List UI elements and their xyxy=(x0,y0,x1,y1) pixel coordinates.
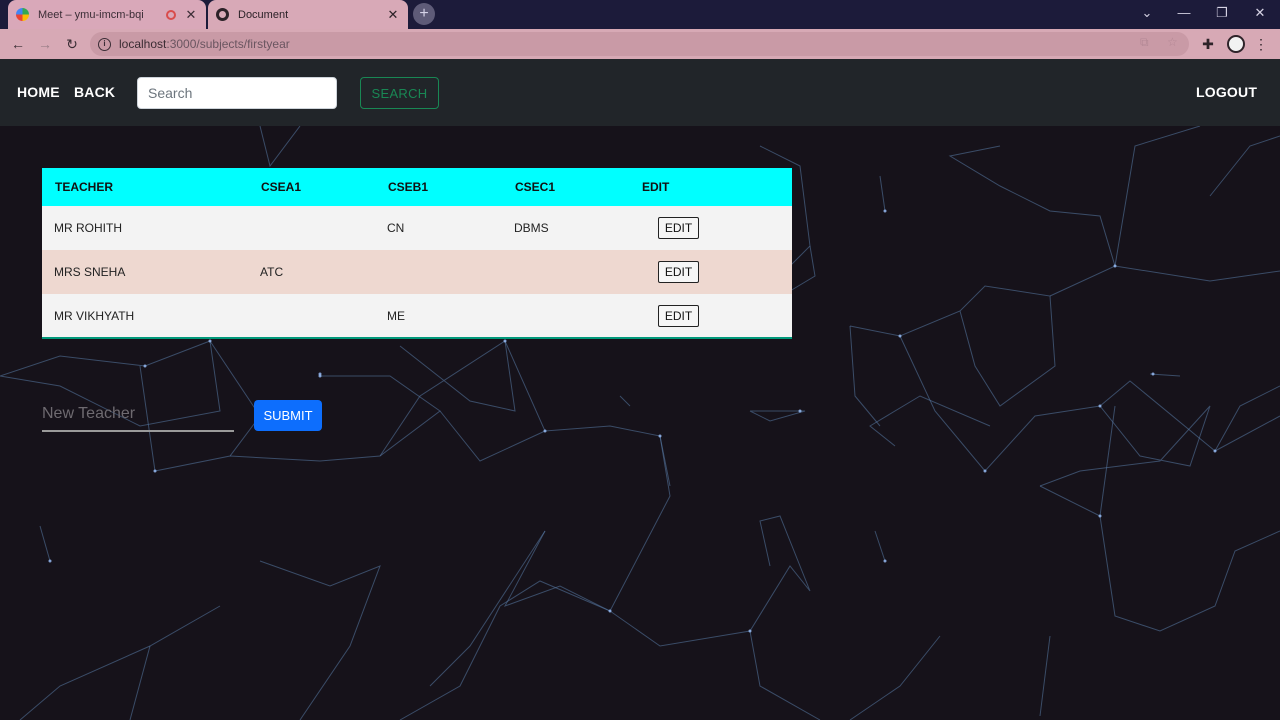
tab-title: Meet – ymu-imcm-bqi xyxy=(38,8,144,21)
table-row: MRS SNEHA ATC EDIT xyxy=(42,250,792,294)
reload-icon[interactable]: ↻ xyxy=(63,35,81,53)
column-header-csec1: CSEC1 xyxy=(502,168,629,206)
csec1-cell: DBMS xyxy=(514,221,549,235)
csea1-cell xyxy=(248,294,375,338)
tab-search-chevron-icon[interactable]: ⌄ xyxy=(1135,4,1159,22)
edit-cell: EDIT xyxy=(629,250,792,294)
cseb1-cell xyxy=(375,250,502,294)
bookmark-star-icon[interactable]: ☆ xyxy=(1167,35,1178,49)
app-navbar: HOME BACK SEARCH LOGOUT xyxy=(0,59,1280,126)
tab-document[interactable]: Document ✕ xyxy=(208,0,408,29)
column-header-edit: EDIT xyxy=(629,168,792,206)
url-text: localhost:3000/subjects/firstyear xyxy=(119,37,290,51)
forward-arrow-icon[interactable]: → xyxy=(36,35,54,53)
close-window-button[interactable]: ✕ xyxy=(1248,4,1272,22)
search-button[interactable]: SEARCH xyxy=(360,77,439,109)
tab-title: Document xyxy=(238,8,289,21)
profile-avatar[interactable] xyxy=(1227,35,1245,53)
url-host: localhost xyxy=(119,37,167,51)
table-header-row: TEACHER CSEA1 CSEB1 CSEC1 EDIT xyxy=(42,168,792,206)
submit-button[interactable]: SUBMIT xyxy=(254,400,322,431)
table-row: MR ROHITH CN DBMS EDIT xyxy=(42,206,792,250)
close-tab-icon[interactable]: ✕ xyxy=(386,7,400,23)
csec1-cell xyxy=(502,294,629,338)
tab-meet[interactable]: Meet – ymu-imcm-bqi ✕ xyxy=(8,0,206,29)
nav-back-link[interactable]: BACK xyxy=(74,84,115,100)
minimize-button[interactable]: — xyxy=(1172,4,1196,22)
teacher-subject-table: TEACHER CSEA1 CSEB1 CSEC1 EDIT MR ROHITH… xyxy=(42,168,792,339)
teacher-cell: MR ROHITH xyxy=(54,221,122,235)
csea1-cell: ATC xyxy=(260,265,284,279)
url-path: :3000/subjects/firstyear xyxy=(166,37,290,51)
globe-icon xyxy=(216,8,229,21)
table-row: MR VIKHYATH ME EDIT xyxy=(42,294,792,338)
column-header-cseb1: CSEB1 xyxy=(375,168,502,206)
edit-button[interactable]: EDIT xyxy=(658,304,699,327)
new-tab-button[interactable]: + xyxy=(413,3,435,25)
edit-cell: EDIT xyxy=(629,206,792,250)
recording-icon xyxy=(166,9,176,20)
csea1-cell xyxy=(248,206,375,250)
browser-tab-bar: Meet – ymu-imcm-bqi ✕ Document ✕ + ⌄ — ❐… xyxy=(0,0,1280,29)
column-header-teacher: TEACHER xyxy=(42,168,248,206)
url-omnibox[interactable]: i localhost:3000/subjects/firstyear xyxy=(90,32,1189,56)
new-teacher-input[interactable] xyxy=(42,398,234,432)
share-icon[interactable]: ⧉ xyxy=(1140,35,1149,50)
edit-button[interactable]: EDIT xyxy=(658,261,699,283)
info-icon[interactable]: i xyxy=(98,37,111,51)
teacher-cell: MRS SNEHA xyxy=(54,265,126,279)
menu-kebab-icon[interactable]: ⋮ xyxy=(1253,35,1269,53)
maximize-button[interactable]: ❐ xyxy=(1210,4,1234,22)
close-tab-icon[interactable]: ✕ xyxy=(184,7,198,23)
teacher-cell: MR VIKHYATH xyxy=(54,308,135,323)
cseb1-cell: CN xyxy=(387,221,405,235)
logout-link[interactable]: LOGOUT xyxy=(1196,84,1257,100)
column-header-csea1: CSEA1 xyxy=(248,168,375,206)
edit-button[interactable]: EDIT xyxy=(658,217,699,239)
nav-home-link[interactable]: HOME xyxy=(17,84,60,100)
google-meet-icon xyxy=(16,8,29,21)
search-input[interactable] xyxy=(137,77,337,109)
csec1-cell xyxy=(502,250,629,294)
edit-cell: EDIT xyxy=(629,294,792,338)
extensions-puzzle-icon[interactable]: ✚ xyxy=(1200,35,1216,53)
address-bar-row: ← → ↻ i localhost:3000/subjects/firstyea… xyxy=(0,29,1280,59)
back-arrow-icon[interactable]: ← xyxy=(9,35,27,53)
cseb1-cell: ME xyxy=(387,308,405,323)
